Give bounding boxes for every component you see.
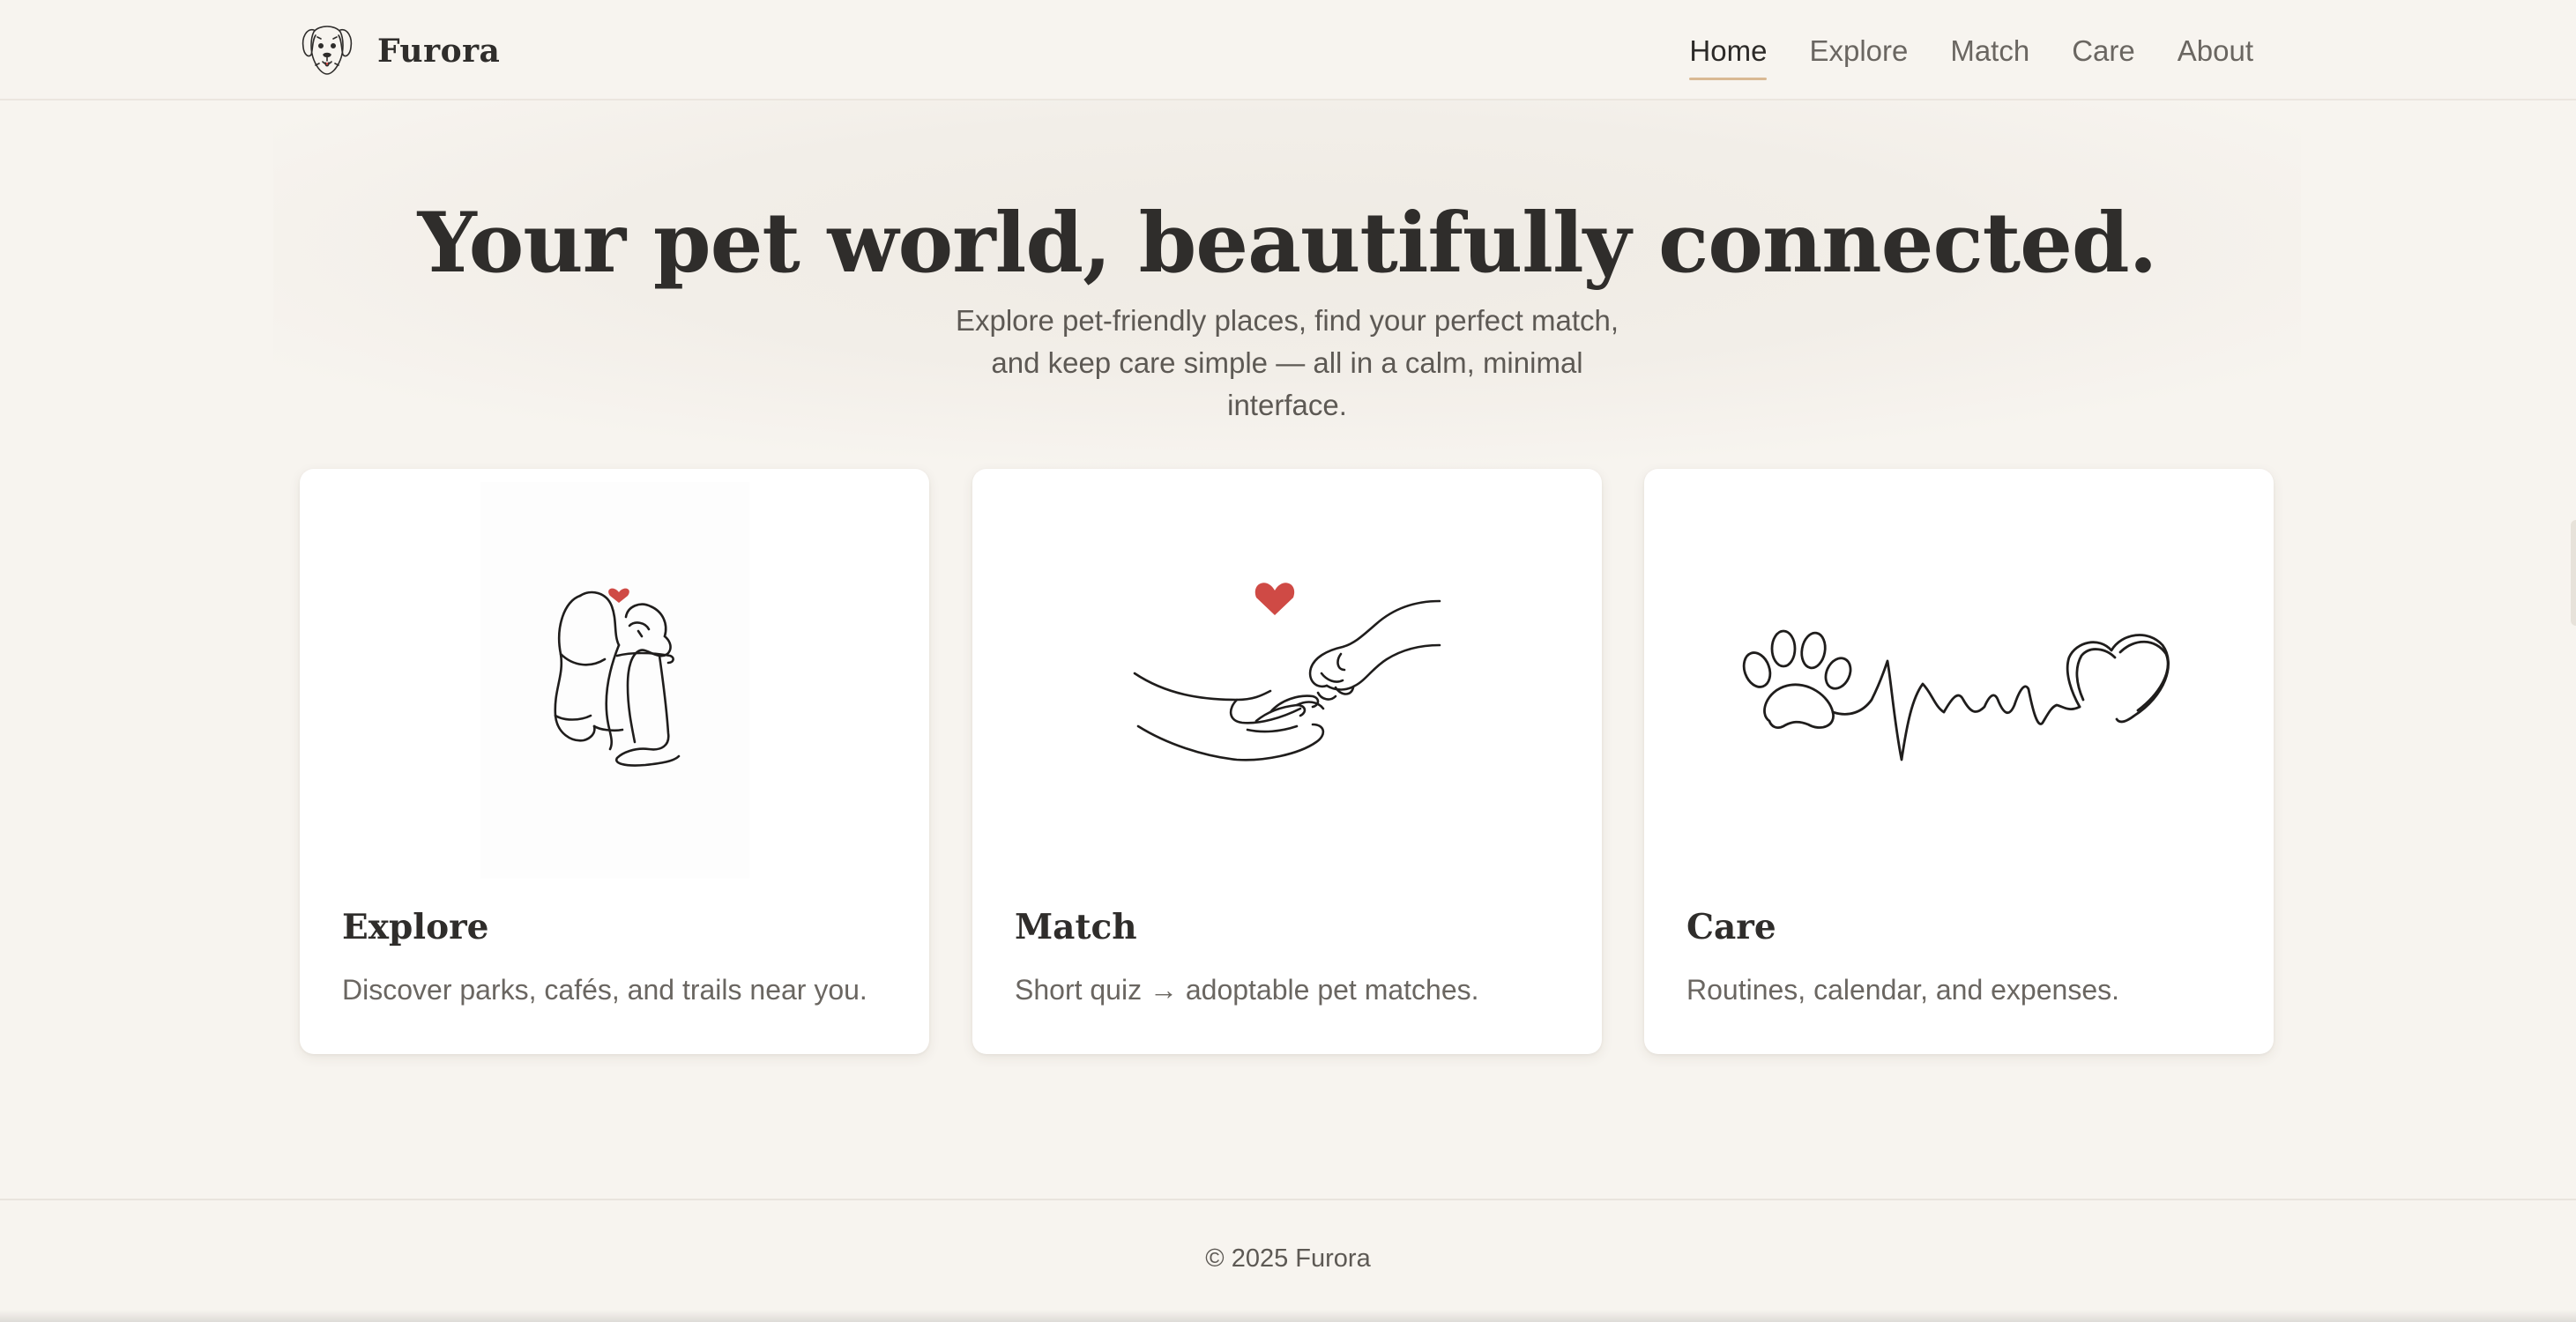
explore-card[interactable]: Explore Discover parks, cafés, and trail… [300,469,929,1054]
hand-and-paw-heart-icon [1133,583,1441,761]
copyright-text: © 2025 Furora [1205,1244,1371,1273]
paw-heartbeat-heart-icon [1742,629,2170,761]
hero-title: Your pet world, beautifully connected. [417,195,2158,292]
site-footer: © 2025 Furora [0,1199,2576,1322]
site-header: Furora Home Explore Match Care About [0,0,2576,100]
card-title: Match [1015,907,1137,947]
care-card[interactable]: Care Routines, calendar, and expenses. [1644,469,2274,1054]
nav-about[interactable]: About [2178,26,2253,76]
card-description: Routines, calendar, and expenses. [1686,974,2119,1006]
nav-home[interactable]: Home [1689,26,1768,80]
dog-face-icon[interactable] [298,19,356,81]
person-hugging-dog-icon [480,482,749,879]
card-title: Care [1686,907,1776,947]
nav-match[interactable]: Match [1950,26,2029,76]
nav-care[interactable]: Care [2072,26,2135,76]
hero-section: Your pet world, beautifully connected. E… [273,100,2301,515]
side-drawer-handle[interactable] [2571,520,2576,626]
main-nav: Home Explore Match Care About [1647,26,2253,80]
hero-subtitle: Explore pet-friendly places, find your p… [955,304,1619,421]
window-bottom-shadow [0,1310,2576,1322]
brand-name[interactable]: Furora [377,26,500,76]
card-description: Short quiz → adoptable pet matches. [1015,974,1479,1006]
card-description: Discover parks, cafés, and trails near y… [342,974,867,1006]
nav-explore[interactable]: Explore [1809,26,1908,76]
card-title: Explore [342,907,489,947]
match-card[interactable]: Match Short quiz → adoptable pet matches… [972,469,1602,1054]
